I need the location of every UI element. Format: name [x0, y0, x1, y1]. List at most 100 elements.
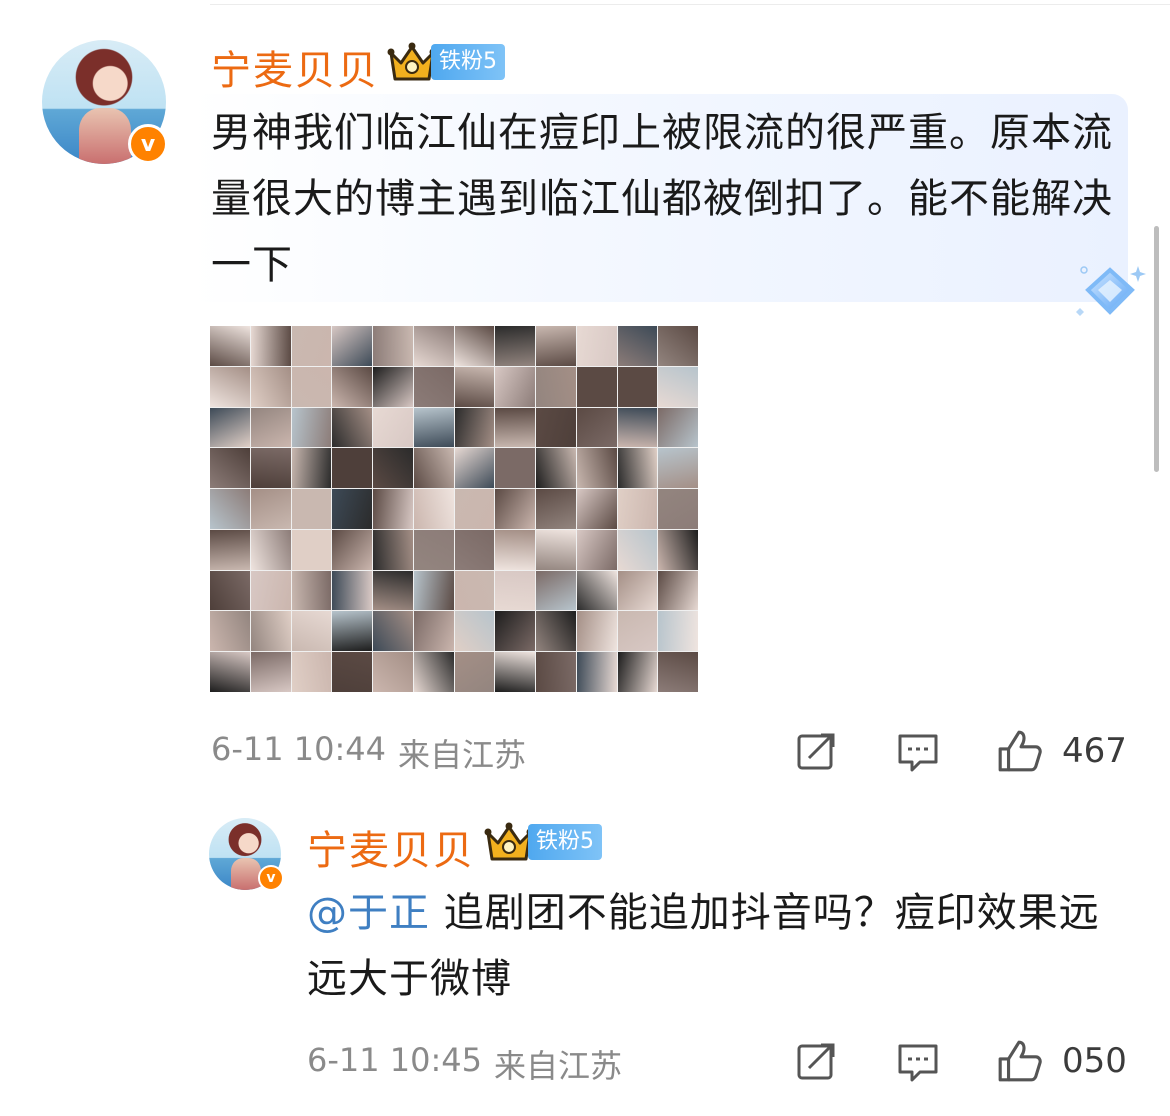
- collage-thumbnail: [454, 652, 495, 692]
- diamond-icon: [1076, 266, 1146, 316]
- collage-thumbnail: [291, 529, 332, 570]
- collage-thumbnail: [413, 366, 454, 407]
- collage-thumbnail: [250, 529, 291, 570]
- collage-thumbnail: [332, 652, 372, 692]
- collage-thumbnail: [454, 366, 495, 407]
- collage-thumbnail: [413, 448, 454, 489]
- collage-thumbnail: [536, 366, 576, 407]
- collage-thumbnail: [291, 489, 332, 529]
- collage-thumbnail: [658, 407, 698, 448]
- collage-thumbnail: [413, 652, 454, 692]
- collage-thumbnail: [210, 489, 250, 529]
- collage-thumbnail: [617, 611, 658, 652]
- reply-username[interactable]: 宁麦贝贝: [307, 818, 475, 876]
- reply-like-count: 050: [1062, 1041, 1127, 1081]
- collage-thumbnail: [291, 611, 332, 652]
- collage-thumbnail: [210, 611, 250, 652]
- crown-icon: [387, 42, 437, 81]
- collage-thumbnail: [495, 611, 535, 652]
- comment-icon[interactable]: [896, 1040, 940, 1084]
- collage-thumbnail: [495, 652, 535, 692]
- reply-verified-badge-icon: v: [258, 865, 284, 891]
- comment-text[interactable]: 男神我们临江仙在痘印上被限流的很严重。原本流量很大的博主遇到临江仙都被倒扣了。能…: [211, 100, 1116, 298]
- collage-thumbnail: [373, 529, 413, 570]
- repost-icon[interactable]: [795, 1040, 839, 1084]
- top-divider: [210, 4, 1170, 5]
- collage-thumbnail: [454, 570, 495, 611]
- mention-link[interactable]: @于正: [307, 890, 430, 936]
- collage-thumbnail: [454, 489, 495, 529]
- collage-thumbnail: [332, 366, 372, 407]
- collage-thumbnail: [495, 326, 535, 366]
- collage-thumbnail: [250, 652, 291, 692]
- collage-thumbnail: [291, 570, 332, 611]
- collage-thumbnail: [332, 407, 372, 448]
- collage-thumbnail: [413, 326, 454, 366]
- collage-thumbnail: [454, 407, 495, 448]
- attached-image-collage[interactable]: [210, 326, 698, 692]
- collage-thumbnail: [658, 448, 698, 489]
- collage-thumbnail: [291, 448, 332, 489]
- collage-thumbnail: [250, 326, 291, 366]
- collage-thumbnail: [413, 570, 454, 611]
- fan-badge[interactable]: 铁粉5: [387, 42, 505, 82]
- collage-thumbnail: [536, 611, 576, 652]
- reply-location: 来自江苏: [494, 1047, 623, 1085]
- collage-thumbnail: [413, 489, 454, 529]
- collage-thumbnail: [495, 529, 535, 570]
- collage-thumbnail: [576, 570, 617, 611]
- comment-time: 6-11 10:44: [211, 730, 387, 768]
- collage-thumbnail: [373, 611, 413, 652]
- like-icon[interactable]: [996, 728, 1042, 774]
- collage-thumbnail: [658, 652, 698, 692]
- collage-thumbnail: [413, 611, 454, 652]
- collage-thumbnail: [332, 448, 372, 489]
- collage-thumbnail: [495, 448, 535, 489]
- reply-fan-badge-label: 铁粉5: [528, 824, 602, 860]
- collage-thumbnail: [658, 366, 698, 407]
- collage-thumbnail: [495, 407, 535, 448]
- collage-thumbnail: [576, 652, 617, 692]
- collage-thumbnail: [210, 407, 250, 448]
- collage-thumbnail: [658, 326, 698, 366]
- collage-thumbnail: [332, 489, 372, 529]
- collage-thumbnail: [617, 448, 658, 489]
- crown-icon: [484, 822, 534, 861]
- collage-thumbnail: [658, 611, 698, 652]
- fan-badge-label: 铁粉5: [431, 44, 505, 80]
- collage-thumbnail: [210, 326, 250, 366]
- collage-thumbnail: [576, 448, 617, 489]
- collage-thumbnail: [576, 529, 617, 570]
- repost-icon[interactable]: [795, 730, 839, 774]
- collage-thumbnail: [454, 529, 495, 570]
- collage-thumbnail: [332, 611, 372, 652]
- collage-thumbnail: [291, 652, 332, 692]
- collage-thumbnail: [576, 326, 617, 366]
- collage-thumbnail: [291, 366, 332, 407]
- collage-thumbnail: [617, 570, 658, 611]
- collage-thumbnail: [617, 652, 658, 692]
- collage-thumbnail: [658, 489, 698, 529]
- collage-thumbnail: [291, 407, 332, 448]
- collage-thumbnail: [658, 529, 698, 570]
- collage-thumbnail: [576, 366, 617, 407]
- collage-thumbnail: [373, 366, 413, 407]
- collage-thumbnail: [332, 570, 372, 611]
- collage-thumbnail: [210, 652, 250, 692]
- collage-thumbnail: [250, 407, 291, 448]
- collage-thumbnail: [454, 326, 495, 366]
- like-icon[interactable]: [996, 1038, 1042, 1084]
- like-count: 467: [1062, 731, 1127, 771]
- reply-text[interactable]: @于正 追剧团不能追加抖音吗？痘印效果远远大于微博: [307, 880, 1137, 1012]
- collage-thumbnail: [576, 611, 617, 652]
- comment-icon[interactable]: [896, 730, 940, 774]
- collage-thumbnail: [291, 326, 332, 366]
- comment-username[interactable]: 宁麦贝贝: [211, 38, 379, 96]
- collage-thumbnail: [495, 570, 535, 611]
- collage-thumbnail: [210, 529, 250, 570]
- scrollbar[interactable]: [1154, 226, 1159, 472]
- collage-thumbnail: [536, 529, 576, 570]
- verified-badge-icon: v: [128, 124, 168, 164]
- collage-thumbnail: [536, 652, 576, 692]
- reply-fan-badge[interactable]: 铁粉5: [484, 822, 602, 862]
